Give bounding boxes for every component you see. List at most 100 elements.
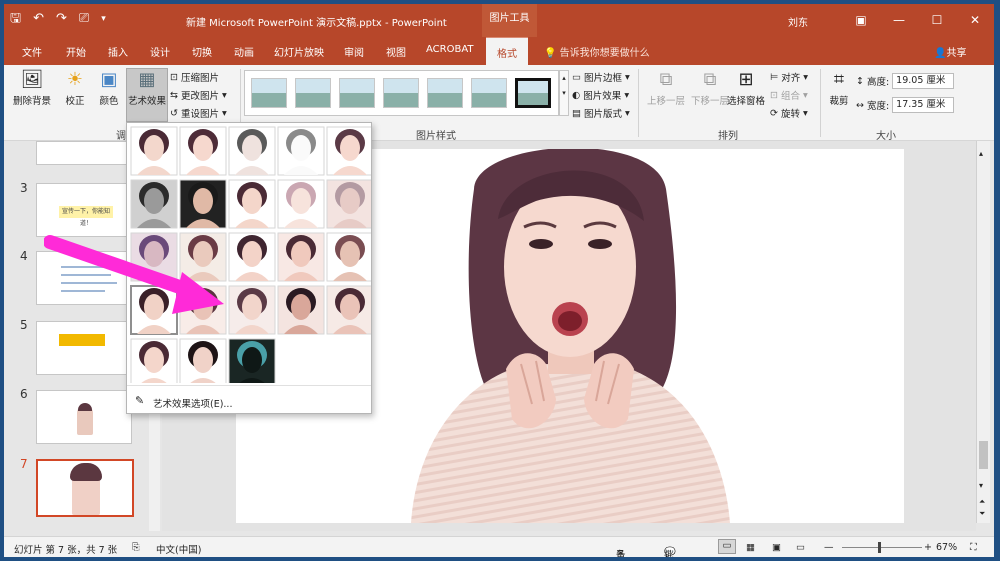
artistic-effect-tile-8[interactable] [228, 179, 276, 229]
artistic-effect-tile-4[interactable] [277, 126, 325, 176]
artistic-effects-options[interactable]: ✎ 艺术效果选项(E)... [127, 385, 371, 413]
picture-style-4[interactable] [383, 78, 419, 108]
start-from-beginning-icon[interactable]: ⎚ [79, 10, 89, 28]
slide-thumbnail-3[interactable]: 宣传一下，你能知道！ [36, 183, 132, 237]
undo-icon[interactable]: ↶ [33, 10, 44, 28]
tell-me-search[interactable]: 💡 告诉我你想要做什么 [544, 44, 650, 59]
artistic-effect-tile-21[interactable] [130, 338, 178, 388]
normal-view-button[interactable]: ▭ [718, 539, 736, 554]
zoom-slider-thumb[interactable] [878, 542, 881, 553]
slide-thumbnail-5[interactable] [36, 321, 132, 375]
artistic-effect-tile-6[interactable] [130, 179, 178, 229]
slideshow-icon[interactable]: ▭ [796, 542, 805, 553]
reading-view-icon[interactable]: ▣ [772, 542, 781, 553]
prev-slide-icon[interactable]: ⏶ [979, 497, 985, 507]
zoom-slider[interactable] [842, 547, 922, 548]
picture-style-2[interactable] [295, 78, 331, 108]
height-label: 高度: [866, 77, 890, 88]
slide-thumbnail-7[interactable] [36, 459, 134, 517]
tab-file[interactable]: 文件 [22, 44, 42, 59]
picture-layout-button[interactable]: ▤ 图片版式 ▾ [572, 105, 630, 121]
tab-insert[interactable]: 插入 [108, 44, 128, 59]
canvas-scrollbar[interactable]: ▴ ▾ ⏶ ⏷ [976, 141, 990, 523]
ribbon-display-icon[interactable]: ▣ [842, 4, 880, 37]
tab-slideshow[interactable]: 幻灯片放映 [274, 44, 324, 59]
slide-sorter-icon[interactable]: ▦ [746, 542, 755, 553]
size-group-label: 大小 [876, 131, 896, 142]
width-input[interactable]: 17.35 厘米 [892, 97, 955, 113]
minimize-icon[interactable]: — [880, 4, 918, 37]
fit-slide-icon[interactable]: ⛶ [970, 542, 977, 553]
person-icon: 👤 [934, 48, 947, 59]
artistic-effect-tile-10[interactable] [326, 179, 374, 229]
share-button[interactable]: 👤共享 [934, 44, 966, 59]
remove-background-button[interactable]: 🖼 删除背景 [10, 69, 54, 107]
artistic-effect-tile-13[interactable] [228, 232, 276, 282]
picture-effects-button[interactable]: ◐ 图片效果 ▾ [572, 87, 629, 103]
artistic-effects-label: 艺术效果 [127, 96, 166, 107]
tab-transitions[interactable]: 切换 [192, 44, 212, 59]
customize-qat-icon[interactable]: ▾ [101, 10, 106, 28]
arrange-group-label: 排列 [718, 131, 738, 142]
rotate-button[interactable]: ⟳ 旋转 ▾ [770, 105, 808, 121]
save-icon[interactable]: 🖫 [10, 10, 21, 28]
layout-label: 图片版式 [583, 109, 622, 120]
tab-format[interactable]: 格式 [486, 37, 528, 65]
artistic-effect-tile-14[interactable] [277, 232, 325, 282]
lightbulb-icon: 💡 [544, 48, 557, 59]
group-button[interactable]: ⊡ 组合 ▾ [770, 87, 808, 103]
reset-picture-button[interactable]: ↺ 重设图片 ▾ [170, 105, 227, 121]
tab-animations[interactable]: 动画 [234, 44, 254, 59]
artistic-effect-tile-20[interactable] [326, 285, 374, 335]
corrections-button[interactable]: ☀ 校正 [60, 69, 90, 107]
artistic-effect-tile-19[interactable] [277, 285, 325, 335]
picture-style-6[interactable] [471, 78, 507, 108]
artistic-effect-tile-18[interactable] [228, 285, 276, 335]
picture-style-7[interactable] [515, 78, 551, 108]
redo-icon[interactable]: ↷ [56, 10, 67, 28]
next-slide-icon[interactable]: ⏷ [979, 509, 985, 519]
crop-button[interactable]: ⌗ 裁剪 [824, 69, 854, 107]
slide-thumbnail-6[interactable] [36, 390, 132, 444]
tab-home[interactable]: 开始 [66, 44, 86, 59]
artistic-effects-button[interactable]: ▦ 艺术效果 [126, 68, 168, 122]
tab-view[interactable]: 视图 [386, 44, 406, 59]
artistic-effect-tile-2[interactable] [179, 126, 227, 176]
artistic-effect-tile-5[interactable] [326, 126, 374, 176]
language-status[interactable]: 中文(中国) [156, 542, 201, 556]
slide-thumbnail-2[interactable] [36, 141, 132, 165]
change-picture-button[interactable]: ⇆ 更改图片 ▾ [170, 87, 227, 103]
align-icon: ⊨ [770, 71, 779, 83]
close-icon[interactable]: ✕ [956, 4, 994, 37]
maximize-icon[interactable]: ☐ [918, 4, 956, 37]
title-bar: 🖫 ↶ ↷ ⎚ ▾ 新建 Microsoft PowerPoint 演示文稿.p… [4, 4, 994, 37]
artistic-effect-tile-3[interactable] [228, 126, 276, 176]
user-name[interactable]: 刘东 [788, 14, 808, 29]
picture-style-5[interactable] [427, 78, 463, 108]
tab-design[interactable]: 设计 [150, 44, 170, 59]
picture-style-3[interactable] [339, 78, 375, 108]
color-button[interactable]: ▣ 颜色 [94, 69, 124, 107]
align-button[interactable]: ⊨ 对齐 ▾ [770, 69, 808, 85]
styles-scroll[interactable]: ▴ ▾ [559, 70, 569, 116]
zoom-out-icon[interactable]: — [824, 542, 834, 553]
artistic-effect-tile-1[interactable] [130, 126, 178, 176]
selection-pane-button[interactable]: ⊞ 选择窗格 [726, 69, 766, 107]
document-title: 新建 Microsoft PowerPoint 演示文稿.pptx - Powe… [186, 18, 447, 29]
picture-border-button[interactable]: ▭ 图片边框 ▾ [572, 69, 630, 85]
height-input[interactable]: 19.05 厘米 [892, 73, 955, 89]
compress-pictures-button[interactable]: ⊡ 压缩图片 [170, 69, 219, 85]
scroll-thumb[interactable] [979, 441, 988, 469]
tab-acrobat[interactable]: ACROBAT [426, 44, 474, 55]
artistic-effect-tile-7[interactable] [179, 179, 227, 229]
picture-style-1[interactable] [251, 78, 287, 108]
zoom-level[interactable]: 67% [936, 542, 957, 553]
tab-review[interactable]: 审阅 [344, 44, 364, 59]
spellcheck-icon[interactable]: ⎘ [132, 542, 140, 553]
artistic-effect-tile-9[interactable] [277, 179, 325, 229]
artistic-effect-tile-15[interactable] [326, 232, 374, 282]
bring-forward-button[interactable]: ⧉ 上移一层 [644, 69, 688, 107]
artistic-effect-tile-23[interactable] [228, 338, 276, 388]
artistic-effect-tile-22[interactable] [179, 338, 227, 388]
zoom-in-icon[interactable]: + [924, 542, 932, 553]
